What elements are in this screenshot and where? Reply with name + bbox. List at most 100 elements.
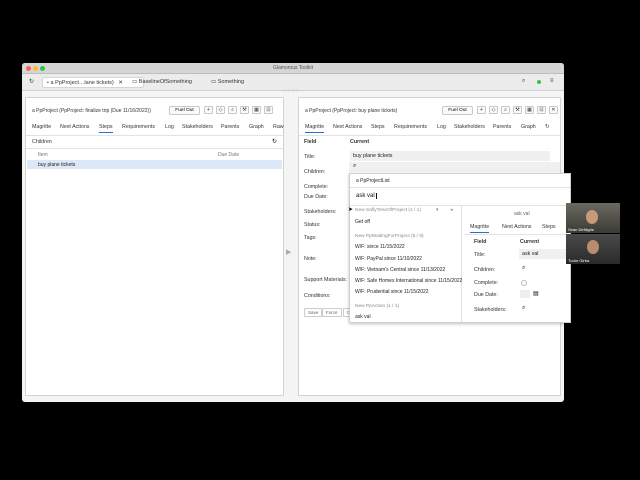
- field-label-tags: Tags:: [304, 235, 317, 241]
- code-icon[interactable]: ◇: [489, 106, 498, 114]
- table-row[interactable]: buy plane tickets: [27, 160, 282, 169]
- tab-steps[interactable]: Steps: [371, 124, 385, 130]
- tab-baseline[interactable]: ▭ BaselineOfSomething: [128, 77, 208, 88]
- group-header: New PpWaitingForProject (5 / 8): [355, 234, 424, 239]
- expand-arrow-icon[interactable]: ▶: [286, 248, 291, 256]
- preview-title-field[interactable]: ask val: [519, 249, 567, 259]
- menu-icon[interactable]: ≡: [550, 78, 554, 84]
- divider: [464, 234, 570, 235]
- tab-something-label: Something: [217, 79, 245, 85]
- group-header: New PpAction (1 / 1): [355, 304, 399, 309]
- group-header: New SaflyTimeOfProject (1 / 1): [355, 208, 421, 213]
- search-icon[interactable]: ⌕: [501, 106, 510, 114]
- tab-close-icon[interactable]: ✕: [118, 80, 123, 86]
- field-label-note: Note:: [304, 256, 317, 262]
- window-title: Glamorous Toolkit: [273, 65, 313, 71]
- more-icon[interactable]: ◂: [450, 207, 453, 213]
- tab-parents[interactable]: Parents: [221, 124, 239, 130]
- tab-stakeholders[interactable]: Stakeholders: [182, 124, 213, 130]
- complete-checkbox[interactable]: [521, 280, 527, 286]
- tab-something[interactable]: ▭ Something: [207, 77, 267, 88]
- tab-next-actions[interactable]: Next Actions: [333, 124, 362, 130]
- search-icon[interactable]: ⌕: [522, 78, 525, 85]
- children-search-field[interactable]: ⌕: [349, 162, 560, 172]
- tab-stakeholders[interactable]: Stakeholders: [454, 124, 485, 130]
- tab-magritte[interactable]: Magritte: [305, 124, 325, 133]
- increment-icon[interactable]: +: [204, 106, 213, 114]
- inspect-icon[interactable]: ⊡: [537, 106, 546, 114]
- close-icon[interactable]: ✕: [549, 106, 558, 114]
- tab-graph[interactable]: Graph: [249, 124, 264, 130]
- tab-log[interactable]: Log: [165, 124, 174, 130]
- save-button[interactable]: Save: [304, 308, 323, 317]
- collapse-icon[interactable]: ▾: [436, 207, 439, 213]
- search-input-value: ask val: [356, 193, 375, 199]
- calendar-icon[interactable]: ▤: [533, 290, 539, 297]
- right-panel-title: a PpProject (PpProject: buy plane ticket…: [305, 108, 398, 114]
- tab-requirements[interactable]: Requirements: [122, 124, 155, 130]
- field-label-status: Status:: [304, 222, 321, 228]
- tab-magritte[interactable]: Magritte: [470, 224, 490, 233]
- tab-magritte[interactable]: Magritte: [32, 124, 51, 130]
- refresh-icon[interactable]: ↻: [272, 138, 277, 145]
- search-icon[interactable]: ⌕: [522, 265, 525, 272]
- field-label-stakeholders: Stakeholders:: [304, 209, 337, 215]
- row-item: buy plane tickets: [38, 162, 76, 168]
- force-button[interactable]: Force: [322, 308, 342, 317]
- left-panel-title: a PpProject (PpProject: finalize trip (D…: [32, 108, 151, 114]
- search-icon[interactable]: ⌕: [522, 305, 525, 312]
- title-field[interactable]: buy plane tickets: [350, 151, 550, 161]
- tab-steps[interactable]: Steps: [542, 224, 556, 230]
- wrench-icon[interactable]: ⚒: [240, 106, 249, 114]
- refresh-icon[interactable]: ↻: [545, 124, 549, 130]
- preview-tabs: Magritte Next Actions Steps: [464, 224, 570, 234]
- fuel-out-button[interactable]: Fuel Out: [442, 106, 473, 115]
- text-cursor: [375, 193, 377, 199]
- fuel-out-button[interactable]: Fuel Out: [169, 106, 200, 115]
- tab-icon: ▭: [211, 79, 217, 85]
- tab-graph[interactable]: Graph: [521, 124, 536, 130]
- increment-icon[interactable]: +: [477, 106, 486, 114]
- refresh-icon[interactable]: ↻: [29, 78, 34, 85]
- result-item[interactable]: W/F: Safe Homes International since 11/1…: [355, 278, 462, 284]
- result-item[interactable]: ask val: [355, 314, 371, 320]
- field-label-due-date: Due Date:: [474, 292, 498, 298]
- tab-steps[interactable]: Steps: [99, 124, 113, 133]
- column-header-field: Field: [474, 239, 487, 245]
- result-item[interactable]: W/F: Vietnam's Central since 11/13/2022: [355, 267, 445, 273]
- participant-face: [586, 210, 598, 224]
- divider: [350, 187, 570, 188]
- preview-pane: ask val Magritte Next Actions Steps Fiel…: [464, 206, 570, 322]
- tab-log[interactable]: Log: [437, 124, 446, 130]
- status-dot-icon: [537, 80, 541, 84]
- tab-raw[interactable]: Raw: [273, 124, 284, 130]
- code-icon[interactable]: ◇: [216, 106, 225, 114]
- right-panel-tabs: Magritte Next Actions Steps Requirements…: [299, 124, 562, 135]
- left-panel-tabs: Magritte Next Actions Steps Requirements…: [26, 124, 285, 135]
- tab-next-actions[interactable]: Next Actions: [502, 224, 531, 230]
- wrench-icon[interactable]: ⚒: [513, 106, 522, 114]
- tab-parents[interactable]: Parents: [493, 124, 511, 130]
- result-item[interactable]: W/F: since 11/15/2022: [355, 244, 405, 250]
- due-date-field[interactable]: [520, 290, 530, 298]
- tab-requirements[interactable]: Requirements: [394, 124, 427, 130]
- field-label-complete: Complete:: [474, 280, 499, 286]
- column-header-current: Current: [350, 139, 370, 145]
- inspect-icon[interactable]: ⊡: [264, 106, 273, 114]
- search-input[interactable]: ask val: [356, 193, 377, 199]
- tab-project-label: a PpProject…lane tickets): [50, 80, 114, 86]
- browse-icon[interactable]: ▦: [252, 106, 261, 114]
- search-icon[interactable]: ⌕: [228, 106, 237, 114]
- result-item[interactable]: W/F: PayPal since 11/10/2022: [355, 256, 422, 262]
- result-item[interactable]: W/F: Prudential since 11/15/2022: [355, 289, 429, 295]
- participant-video-tile: Tudor Girba: [566, 234, 620, 264]
- field-label-title: Title:: [474, 252, 486, 258]
- browse-icon[interactable]: ▦: [525, 106, 534, 114]
- result-item[interactable]: Get off: [355, 219, 370, 225]
- search-icon[interactable]: ⌕: [353, 163, 356, 170]
- tab-icon: ▭: [132, 79, 138, 85]
- column-header-current: Current: [520, 239, 540, 245]
- tab-next-actions[interactable]: Next Actions: [60, 124, 89, 130]
- project-icon: ▪: [47, 80, 49, 86]
- field-label-children: Children:: [304, 169, 326, 175]
